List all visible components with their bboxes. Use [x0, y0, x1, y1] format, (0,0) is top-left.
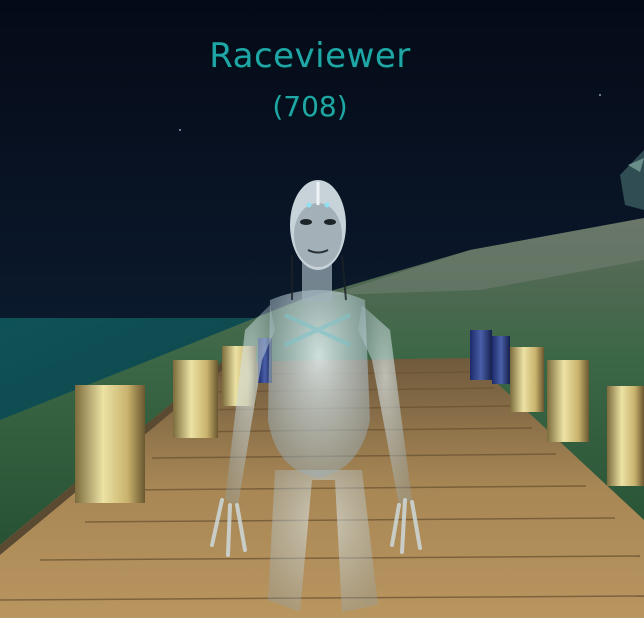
dock-post: [75, 385, 145, 503]
avatar-right-eye: [324, 219, 336, 225]
dock-post-blue: [470, 330, 492, 380]
avatar-head-gem: [306, 202, 312, 208]
dock-post: [607, 386, 644, 486]
avatar-left-eye: [300, 219, 312, 225]
avatar-id-tag: (708): [272, 90, 348, 123]
dock-post-blue: [492, 336, 510, 384]
avatar-torso: [268, 290, 370, 478]
dock-post: [510, 347, 544, 412]
avatar-head-shade: [294, 203, 342, 267]
star: [179, 129, 181, 131]
dock-post: [547, 360, 589, 442]
avatar-head-gem: [324, 202, 330, 208]
dock-post: [173, 360, 218, 438]
avatar-name-tag: Raceviewer: [209, 36, 411, 76]
